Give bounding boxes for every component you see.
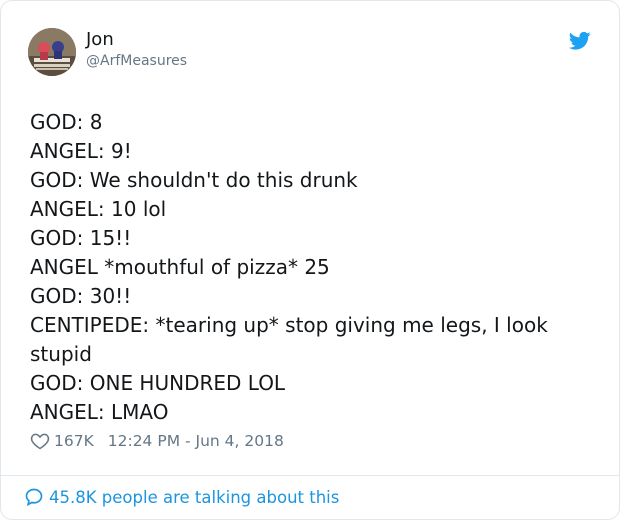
tweet-line: CENTIPEDE: *tearing up* stop giving me l… [30, 313, 548, 337]
talking-link[interactable]: 45.8K people are talking about this [24, 487, 339, 507]
timestamp[interactable]: 12:24 PM - Jun 4, 2018 [108, 432, 284, 450]
tweet-line: stupid [30, 342, 92, 366]
speech-bubble-icon [25, 488, 43, 507]
avatar-image [28, 28, 76, 76]
tweet-meta: 167K 12:24 PM - Jun 4, 2018 [30, 431, 284, 451]
divider [1, 475, 619, 476]
tweet-line: ANGEL: 10 lol [30, 197, 167, 221]
tweet-line: ANGEL: LMAO [30, 400, 169, 424]
like-count[interactable]: 167K [54, 432, 94, 450]
avatar[interactable] [28, 28, 76, 76]
heart-outline-icon[interactable] [30, 431, 50, 451]
tweet-line: GOD: We shouldn't do this drunk [30, 168, 358, 192]
tweet-line: GOD: 30!! [30, 284, 132, 308]
tweet-card: Jon @ArfMeasures GOD: 8 ANGEL: 9! GOD: W… [0, 0, 620, 520]
tweet-line: GOD: 8 [30, 110, 103, 134]
tweet-text: GOD: 8 ANGEL: 9! GOD: We shouldn't do th… [30, 108, 600, 427]
twitter-bird-icon[interactable] [569, 31, 591, 51]
author-handle[interactable]: @ArfMeasures [86, 52, 187, 70]
tweet-line: ANGEL *mouthful of pizza* 25 [30, 255, 330, 279]
author-name[interactable]: Jon [86, 29, 114, 51]
tweet-line: ANGEL: 9! [30, 139, 132, 163]
tweet-line: GOD: ONE HUNDRED LOL [30, 371, 286, 395]
tweet-line: GOD: 15!! [30, 226, 132, 250]
talking-label: 45.8K people are talking about this [49, 487, 340, 507]
